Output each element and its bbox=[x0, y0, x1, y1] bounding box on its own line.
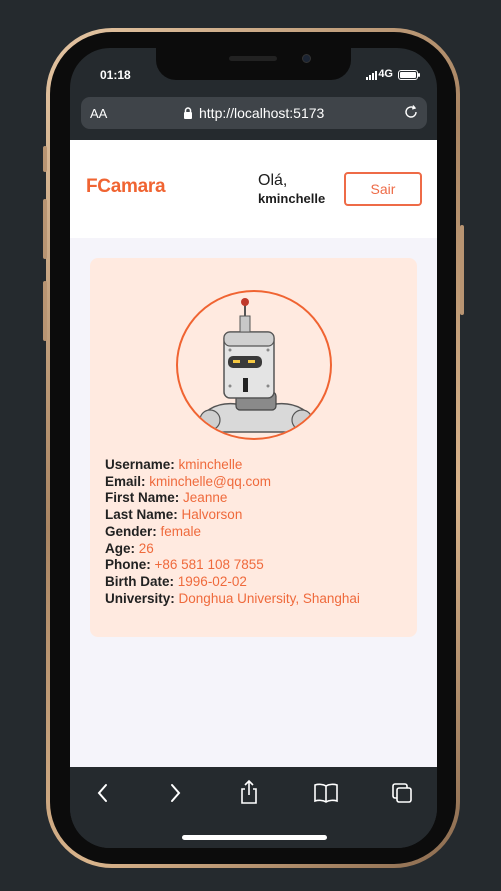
field-value: Halvorson bbox=[181, 507, 243, 523]
profile-row-gender: Gender: female bbox=[105, 524, 360, 541]
profile-row-first-name: First Name: Jeanne bbox=[105, 490, 360, 507]
web-content: FCamara Olá, kminchelle Sair Username: k… bbox=[70, 140, 437, 767]
profile-row-phone: Phone: +86 581 108 7855 bbox=[105, 557, 360, 574]
greeting-text: Olá, bbox=[258, 172, 288, 189]
field-value: kminchelle@qq.com bbox=[149, 473, 272, 489]
profile-card: Username: kminchelle Email: kminchelle@q… bbox=[90, 258, 417, 637]
robot-avatar-icon bbox=[195, 298, 319, 433]
front-camera bbox=[302, 54, 311, 63]
volume-up-button bbox=[43, 199, 47, 259]
field-value: 1996-02-02 bbox=[177, 573, 247, 589]
profile-row-university: University: Donghua University, Shanghai bbox=[105, 591, 360, 608]
url-text: http://localhost:5173 bbox=[199, 105, 325, 121]
field-value: female bbox=[160, 523, 202, 539]
logout-button[interactable]: Sair bbox=[344, 172, 422, 206]
profile-info: Username: kminchelle Email: kminchelle@q… bbox=[105, 457, 360, 607]
field-value: Donghua University, Shanghai bbox=[178, 590, 360, 606]
field-label: Email: bbox=[105, 473, 146, 489]
profile-row-birth-date: Birth Date: 1996-02-02 bbox=[105, 574, 360, 591]
share-icon[interactable] bbox=[238, 779, 260, 805]
mute-switch bbox=[43, 146, 47, 172]
profile-row-email: Email: kminchelle@qq.com bbox=[105, 474, 360, 491]
field-label: Gender: bbox=[105, 523, 157, 539]
speaker bbox=[229, 56, 277, 61]
home-indicator[interactable] bbox=[182, 835, 327, 840]
bookmarks-icon[interactable] bbox=[313, 781, 339, 805]
field-label: University: bbox=[105, 590, 175, 606]
profile-row-last-name: Last Name: Halvorson bbox=[105, 507, 360, 524]
lock-icon bbox=[184, 107, 192, 119]
back-icon[interactable] bbox=[94, 781, 112, 805]
header-username: kminchelle bbox=[258, 191, 326, 206]
network-type: 4G bbox=[378, 68, 393, 80]
user-greeting: Olá, kminchelle bbox=[258, 172, 325, 206]
field-value: 26 bbox=[138, 540, 154, 556]
notch bbox=[156, 48, 351, 80]
status-time: 01:18 bbox=[100, 68, 131, 82]
profile-row-age: Age: 26 bbox=[105, 541, 360, 558]
text-size-button[interactable]: AA bbox=[90, 106, 107, 121]
field-label: Phone: bbox=[105, 557, 151, 573]
forward-icon[interactable] bbox=[166, 781, 184, 805]
volume-down-button bbox=[43, 281, 47, 341]
field-label: Birth Date: bbox=[105, 573, 175, 589]
field-label: Username: bbox=[105, 457, 175, 472]
brand-logo[interactable]: FCamara bbox=[86, 176, 166, 198]
browser-toolbar bbox=[70, 767, 437, 848]
battery-icon bbox=[398, 70, 420, 80]
signal-icon bbox=[366, 71, 377, 80]
field-label: Age: bbox=[105, 540, 135, 556]
tabs-icon[interactable] bbox=[390, 781, 414, 805]
power-button bbox=[460, 225, 464, 315]
app-header: FCamara Olá, kminchelle Sair bbox=[70, 140, 437, 238]
field-label: First Name: bbox=[105, 490, 180, 506]
avatar bbox=[176, 290, 332, 440]
field-value: Jeanne bbox=[183, 490, 228, 506]
reload-icon[interactable] bbox=[402, 103, 420, 121]
field-value: +86 581 108 7855 bbox=[154, 557, 264, 573]
field-label: Last Name: bbox=[105, 507, 178, 523]
field-value: kminchelle bbox=[178, 457, 243, 472]
address-bar[interactable]: AA http://localhost:5173 bbox=[81, 97, 427, 129]
phone-screen: 01:18 4G AA http://localhost:5173 FCamar… bbox=[70, 48, 437, 848]
profile-row-username: Username: kminchelle bbox=[105, 457, 360, 474]
